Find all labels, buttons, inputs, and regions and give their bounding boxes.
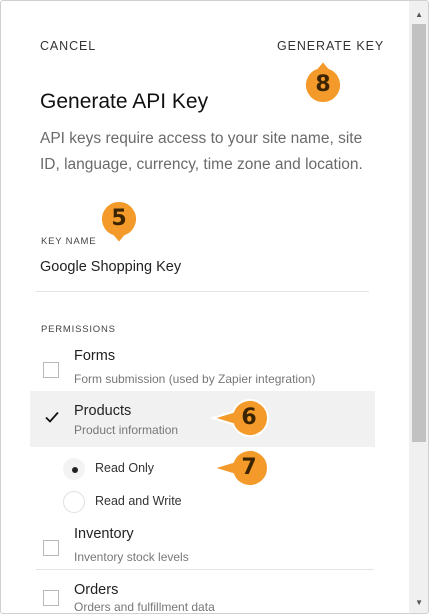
access-read-only[interactable]: Read Only bbox=[62, 457, 322, 481]
callout-marker-6: 6 bbox=[209, 398, 275, 444]
permission-orders[interactable]: Orders Orders and fulfillment data bbox=[30, 576, 375, 614]
callout-marker-7: 7 bbox=[209, 448, 275, 494]
scrollbar-thumb[interactable] bbox=[412, 24, 426, 442]
page-title: Generate API Key bbox=[40, 90, 209, 113]
permission-title: Inventory bbox=[74, 526, 134, 542]
inventory-checkbox[interactable] bbox=[43, 540, 59, 556]
permission-subtitle: Orders and fulfillment data bbox=[74, 600, 215, 614]
scroll-up-arrow-icon[interactable]: ▲ bbox=[415, 10, 423, 19]
api-key-panel: CANCEL GENERATE KEY Generate API Key API… bbox=[0, 0, 429, 614]
callout-marker-8: 8 bbox=[303, 59, 349, 111]
radio-label: Read Only bbox=[95, 461, 155, 475]
callout-number: 7 bbox=[241, 455, 257, 480]
access-read-write[interactable]: Read and Write bbox=[62, 490, 322, 514]
permission-subtitle: Product information bbox=[74, 423, 179, 437]
permission-title: Products bbox=[74, 403, 132, 419]
callout-number: 8 bbox=[315, 72, 331, 97]
read-only-radio[interactable] bbox=[63, 458, 85, 480]
callout-marker-5: 5 bbox=[99, 199, 145, 245]
key-name-label: KEY NAME bbox=[41, 236, 97, 247]
permission-title: Orders bbox=[74, 582, 119, 598]
permission-forms[interactable]: Forms Form submission (used by Zapier in… bbox=[30, 342, 375, 398]
row-divider bbox=[36, 569, 374, 570]
check-icon[interactable] bbox=[44, 409, 60, 425]
permission-products[interactable]: Products Product information bbox=[30, 391, 375, 447]
radio-label: Read and Write bbox=[95, 494, 182, 508]
page-description: API keys require access to your site nam… bbox=[40, 130, 363, 173]
permission-title: Forms bbox=[74, 348, 116, 364]
permission-subtitle: Form submission (used by Zapier integrat… bbox=[74, 372, 316, 386]
cancel-button[interactable]: CANCEL bbox=[40, 39, 96, 53]
orders-checkbox[interactable] bbox=[43, 590, 59, 606]
generate-key-button[interactable]: GENERATE KEY bbox=[277, 39, 384, 53]
key-name-field[interactable]: Google Shopping Key bbox=[40, 259, 181, 275]
scrollbar[interactable]: ▲ ▼ bbox=[409, 1, 428, 613]
read-write-radio[interactable] bbox=[63, 491, 85, 513]
callout-number: 5 bbox=[111, 206, 127, 231]
forms-checkbox[interactable] bbox=[43, 362, 59, 378]
callout-number: 6 bbox=[241, 405, 257, 430]
permission-subtitle: Inventory stock levels bbox=[74, 550, 189, 564]
permissions-label: PERMISSIONS bbox=[41, 324, 116, 335]
scroll-down-arrow-icon[interactable]: ▼ bbox=[415, 598, 423, 607]
key-name-underline bbox=[36, 291, 369, 292]
permission-inventory[interactable]: Inventory Inventory stock levels bbox=[30, 520, 375, 576]
